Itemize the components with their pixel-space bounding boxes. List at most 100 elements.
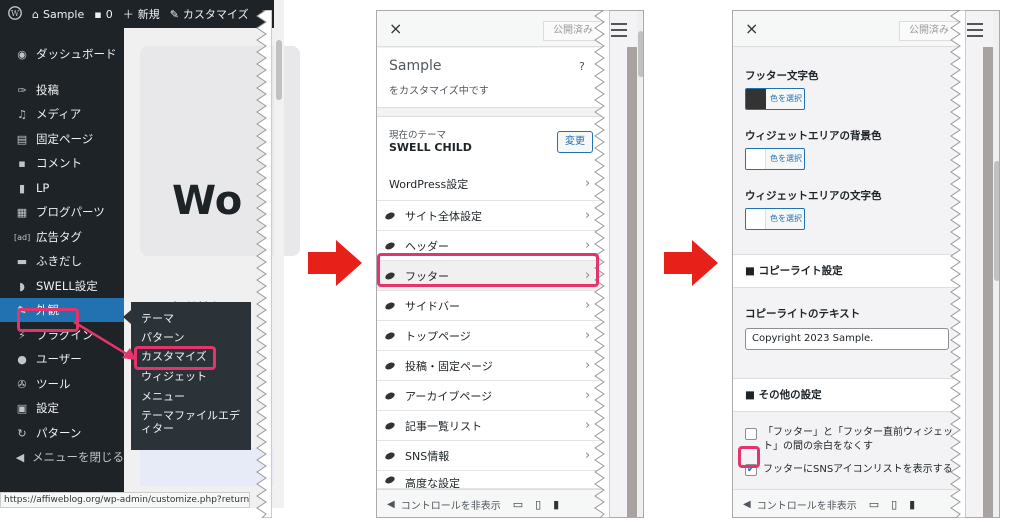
close-icon[interactable]: ×: [745, 19, 758, 38]
color-swatch: [746, 89, 766, 109]
desktop-icon[interactable]: ▭: [513, 498, 523, 511]
widget-bg-color-button[interactable]: 色を選択: [745, 148, 805, 170]
brush-icon: ✎: [169, 7, 179, 21]
menu-item-ad-tag[interactable]: [ad] 広告タグ: [0, 225, 124, 249]
menu-item-swell-settings[interactable]: ◗ SWELL設定: [0, 274, 124, 298]
menu-item-dashboard[interactable]: ◉ ダッシュボード: [0, 42, 124, 66]
desktop-icon[interactable]: ▭: [869, 498, 879, 511]
wordpress-logo-icon[interactable]: W: [8, 5, 22, 23]
menu-item-lp[interactable]: ▮ LP: [0, 176, 124, 200]
wrench-icon: ✇: [17, 377, 27, 391]
customizer-scrollbar[interactable]: [993, 11, 999, 517]
swell-icon: [384, 450, 396, 461]
scroll-thumb[interactable]: [276, 40, 282, 100]
copyright-section-heading: ■ コピーライト設定: [733, 254, 961, 288]
pattern-icon: ↻: [17, 426, 27, 440]
scroll-thumb[interactable]: [638, 31, 643, 77]
dashboard-icon: ◉: [17, 47, 27, 61]
comments-link[interactable]: ▪ 0: [94, 8, 112, 21]
section-wordpress-settings[interactable]: WordPress設定 ›: [377, 167, 605, 201]
scroll-thumb[interactable]: [994, 161, 999, 281]
submenu-widgets[interactable]: ウィジェット: [141, 370, 207, 383]
customizer-info: Sample をカスタマイズ中です ?: [377, 48, 605, 108]
swell-icon: [384, 240, 396, 251]
swell-icon: [384, 360, 396, 371]
submenu-themes[interactable]: テーマ: [141, 312, 174, 325]
help-icon[interactable]: ?: [579, 60, 585, 73]
section-site-settings[interactable]: サイト全体設定 ›: [377, 201, 605, 231]
customize-link[interactable]: ✎ カスタマイズ: [170, 6, 249, 22]
menu-item-balloon[interactable]: ▬ ふきだし: [0, 249, 124, 273]
menu-item-settings[interactable]: ▣ 設定: [0, 396, 124, 420]
customizer-header: × 公開済み: [377, 11, 605, 47]
torn-edge: [950, 10, 966, 518]
site-name-link[interactable]: ⌂ Sample: [32, 8, 84, 21]
copyright-text-label: コピーライトのテキスト: [745, 308, 861, 320]
tablet-icon[interactable]: ▯: [891, 498, 897, 511]
color-swatch: [746, 149, 766, 169]
new-content-link[interactable]: ＋ 新規: [123, 6, 160, 22]
step-arrow-2-icon: [664, 240, 718, 286]
bubble-icon: ▬: [16, 254, 28, 268]
menu-item-media[interactable]: ♫ メディア: [0, 102, 124, 126]
page-scrollbar[interactable]: [274, 0, 284, 508]
menu-item-comments[interactable]: ▪ コメント: [0, 151, 124, 175]
tablet-icon[interactable]: ▯: [535, 498, 541, 511]
remove-spacing-checkbox[interactable]: [745, 428, 757, 440]
menu-item-pages[interactable]: ▤ 固定ページ: [0, 127, 124, 151]
customizer-footer: ◀ コントロールを非表示 ▭ ▯ ▮: [733, 489, 961, 517]
section-posts-pages[interactable]: 投稿・固定ページ ›: [377, 351, 605, 381]
menu-item-collapse[interactable]: ◀ メニューを閉じる: [0, 445, 124, 469]
section-archive[interactable]: アーカイブページ ›: [377, 381, 605, 411]
section-sns[interactable]: SNS情報 ›: [377, 441, 605, 471]
menu-item-blog-parts[interactable]: ▦ ブログパーツ: [0, 200, 124, 224]
ad-icon: [ad]: [14, 232, 31, 242]
mobile-icon[interactable]: ▮: [909, 498, 915, 511]
collapse-icon: ◀: [15, 450, 25, 464]
other-settings-heading: ■ その他の設定: [733, 378, 961, 412]
menu-item-patterns[interactable]: ↻ パターン: [0, 421, 124, 445]
menu-icon[interactable]: [967, 23, 983, 41]
widget-text-color-button[interactable]: 色を選択: [745, 208, 805, 230]
menu-item-posts[interactable]: ✑ 投稿: [0, 78, 124, 102]
footer-settings: フッター文字色 色を選択 ウィジェットエリアの背景色 色を選択 ウィジェットエリ…: [733, 48, 961, 488]
hide-controls-icon[interactable]: ◀: [743, 499, 751, 510]
media-icon: ♫: [17, 107, 27, 121]
hide-controls-label[interactable]: コントロールを非表示: [401, 497, 501, 512]
change-theme-button[interactable]: 変更: [557, 131, 593, 153]
section-sidebar[interactable]: サイドバー ›: [377, 291, 605, 321]
copyright-text-input[interactable]: Copyright 2023 Sample.: [745, 328, 949, 350]
comment-icon: ▪: [94, 7, 102, 21]
swell-icon: [384, 330, 396, 341]
widget-text-color-label: ウィジェットエリアの文字色: [745, 190, 882, 202]
customizer-scrollbar[interactable]: [637, 11, 643, 517]
appearance-submenu: テーマ パターン カスタマイズ ウィジェット メニュー テーマファイルエディター: [131, 302, 251, 450]
mobile-icon[interactable]: ▮: [553, 498, 559, 511]
admin-sidebar: ◉ ダッシュボード ✑ 投稿 ♫ メディア ▤ 固定ページ ▪ コメント ▮ LP ▦ ブログ…: [0, 28, 124, 508]
submenu-theme-file-editor[interactable]: テーマファイルエディター: [141, 409, 241, 435]
footer-text-color-button[interactable]: 色を選択: [745, 88, 805, 110]
widget-bg-color-label: ウィジェットエリアの背景色: [745, 130, 882, 142]
close-icon[interactable]: ×: [389, 19, 402, 38]
customizer-footer: ◀ コントロールを非表示 ▭ ▯ ▮: [377, 489, 605, 517]
settings-icon: ▣: [16, 401, 28, 415]
layout-icon: ▦: [16, 205, 28, 219]
menu-item-tools[interactable]: ✇ ツール: [0, 372, 124, 396]
section-top-page[interactable]: トップページ ›: [377, 321, 605, 351]
swell-icon: [384, 390, 396, 401]
hide-controls-icon[interactable]: ◀: [387, 499, 395, 510]
current-theme: 現在のテーマ SWELL CHILD 変更: [377, 116, 605, 168]
sns-icons-label: フッターにSNSアイコンリストを表示する: [763, 464, 953, 475]
menu-icon[interactable]: [611, 23, 627, 41]
submenu-patterns[interactable]: パターン: [141, 331, 184, 344]
welcome-heading: Wo: [172, 178, 243, 224]
pointer-arrow: [73, 320, 136, 360]
submenu-menus[interactable]: メニュー: [141, 390, 185, 403]
footer-text-color-label: フッター文字色: [745, 70, 819, 82]
section-advanced[interactable]: 高度な設定: [377, 471, 605, 489]
admin-bar: W ⌂ Sample ▪ 0 ＋ 新規 ✎ カスタマイズ: [0, 0, 284, 28]
torn-edge: [256, 10, 272, 518]
remove-spacing-label: 「フッター」と「フッター直前ウィジェット」の間の余白をなくす: [763, 427, 953, 452]
hide-controls-label[interactable]: コントロールを非表示: [757, 497, 857, 512]
section-post-list[interactable]: 記事一覧リスト ›: [377, 411, 605, 441]
